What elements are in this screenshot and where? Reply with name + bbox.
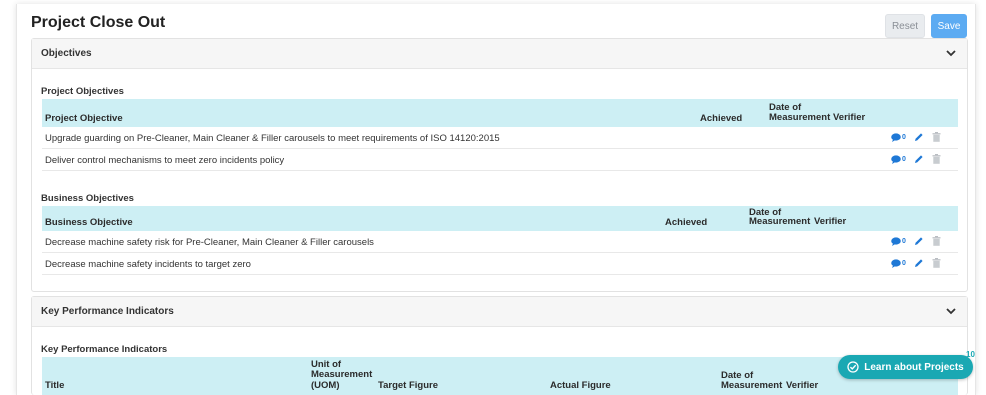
project-objectives-label: Project Objectives	[41, 86, 124, 97]
header-target-figure: Target Figure	[378, 380, 438, 391]
table-row: Decrease machine safety incidents to tar…	[42, 253, 958, 275]
kpi-table: Title Unit of Measurement (UOM) Target F…	[42, 357, 958, 395]
chevron-down-icon[interactable]	[944, 305, 958, 319]
edit-button[interactable]	[914, 258, 924, 268]
edit-pencil-icon	[914, 155, 923, 163]
row-actions: 0	[891, 236, 941, 246]
comment-button[interactable]: 0	[891, 154, 906, 164]
comment-icon	[891, 132, 901, 142]
objective-text: Deliver control mechanisms to meet zero …	[45, 155, 285, 166]
business-objectives-table: Business Objective Achieved Date of Meas…	[42, 206, 958, 275]
header-achieved: Achieved	[665, 217, 708, 228]
reset-button[interactable]: Reset	[885, 14, 925, 38]
business-objectives-label: Business Objectives	[41, 193, 134, 204]
learn-about-projects-button[interactable]: Learn about Projects	[838, 355, 973, 379]
table-header: Title Unit of Measurement (UOM) Target F…	[42, 357, 958, 395]
table-row: Upgrade guarding on Pre-Cleaner, Main Cl…	[42, 127, 958, 149]
header-actual-figure: Actual Figure	[550, 380, 611, 391]
trash-icon	[932, 258, 941, 268]
learn-about-projects-label: Learn about Projects	[864, 361, 964, 373]
trash-icon	[932, 154, 941, 164]
delete-button[interactable]	[932, 154, 941, 164]
kpi-section-label: Key Performance Indicators	[41, 344, 168, 355]
header-achieved: Achieved	[700, 113, 743, 124]
comment-button[interactable]: 0	[891, 258, 906, 268]
trash-icon	[932, 236, 941, 246]
comment-count: 0	[902, 155, 906, 163]
trash-icon	[932, 132, 941, 142]
header-verifier: Verifier	[814, 216, 847, 227]
comment-count: 0	[902, 237, 906, 245]
row-actions: 0	[891, 258, 941, 268]
table-row: Deliver control mechanisms to meet zero …	[42, 149, 958, 171]
header-verifier: Verifier	[833, 112, 866, 123]
table-header: Project Objective Achieved Date of Measu…	[42, 99, 958, 127]
comment-button[interactable]: 0	[891, 236, 906, 246]
delete-button[interactable]	[932, 236, 941, 246]
header-title: Title	[45, 380, 65, 391]
save-button[interactable]: Save	[931, 14, 967, 38]
row-actions: 0	[891, 132, 941, 142]
comment-count: 0	[902, 133, 906, 141]
project-close-out-page: Project Close Out Reset Save Objectives …	[16, 4, 976, 395]
edit-button[interactable]	[914, 236, 924, 246]
edit-pencil-icon	[914, 259, 923, 267]
objectives-panel-header[interactable]: Objectives	[32, 39, 967, 69]
header-uom-line3: (UOM)	[311, 380, 340, 391]
kpi-panel-header[interactable]: Key Performance Indicators	[32, 297, 967, 327]
comment-icon	[891, 258, 901, 268]
comment-icon	[891, 154, 901, 164]
comment-icon	[891, 236, 901, 246]
objectives-panel-title: Objectives	[41, 48, 92, 59]
project-objectives-table: Project Objective Achieved Date of Measu…	[42, 99, 958, 171]
edit-pencil-icon	[914, 133, 923, 141]
check-badge-icon	[847, 361, 859, 373]
row-actions: 0	[891, 154, 941, 164]
header-date-line2: Measurement	[769, 112, 831, 123]
edit-button[interactable]	[914, 132, 924, 142]
edit-button[interactable]	[914, 154, 924, 164]
objective-text: Decrease machine safety incidents to tar…	[45, 259, 251, 270]
comment-count: 0	[902, 259, 906, 267]
header-date-line2: Measurement	[721, 380, 783, 391]
edit-pencil-icon	[914, 237, 923, 245]
table-row: Decrease machine safety risk for Pre-Cle…	[42, 231, 958, 253]
chevron-down-icon[interactable]	[944, 47, 958, 61]
header-business-objective: Business Objective	[45, 217, 133, 228]
header-date-line2: Measurement	[749, 216, 811, 227]
delete-button[interactable]	[932, 258, 941, 268]
page-title: Project Close Out	[31, 14, 166, 31]
learn-badge-count: 10	[966, 350, 975, 359]
objectives-panel: Objectives Project Objectives Project Ob…	[31, 38, 968, 292]
objective-text: Decrease machine safety risk for Pre-Cle…	[45, 237, 374, 248]
comment-button[interactable]: 0	[891, 132, 906, 142]
objective-text: Upgrade guarding on Pre-Cleaner, Main Cl…	[45, 133, 500, 144]
kpi-panel-title: Key Performance Indicators	[41, 306, 174, 317]
header-verifier: Verifier	[786, 380, 819, 391]
delete-button[interactable]	[932, 132, 941, 142]
header-uom-line2: Measurement	[311, 369, 373, 380]
kpi-panel: Key Performance Indicators Key Performan…	[31, 296, 968, 395]
table-header: Business Objective Achieved Date of Meas…	[42, 206, 958, 231]
header-project-objective: Project Objective	[45, 113, 123, 124]
